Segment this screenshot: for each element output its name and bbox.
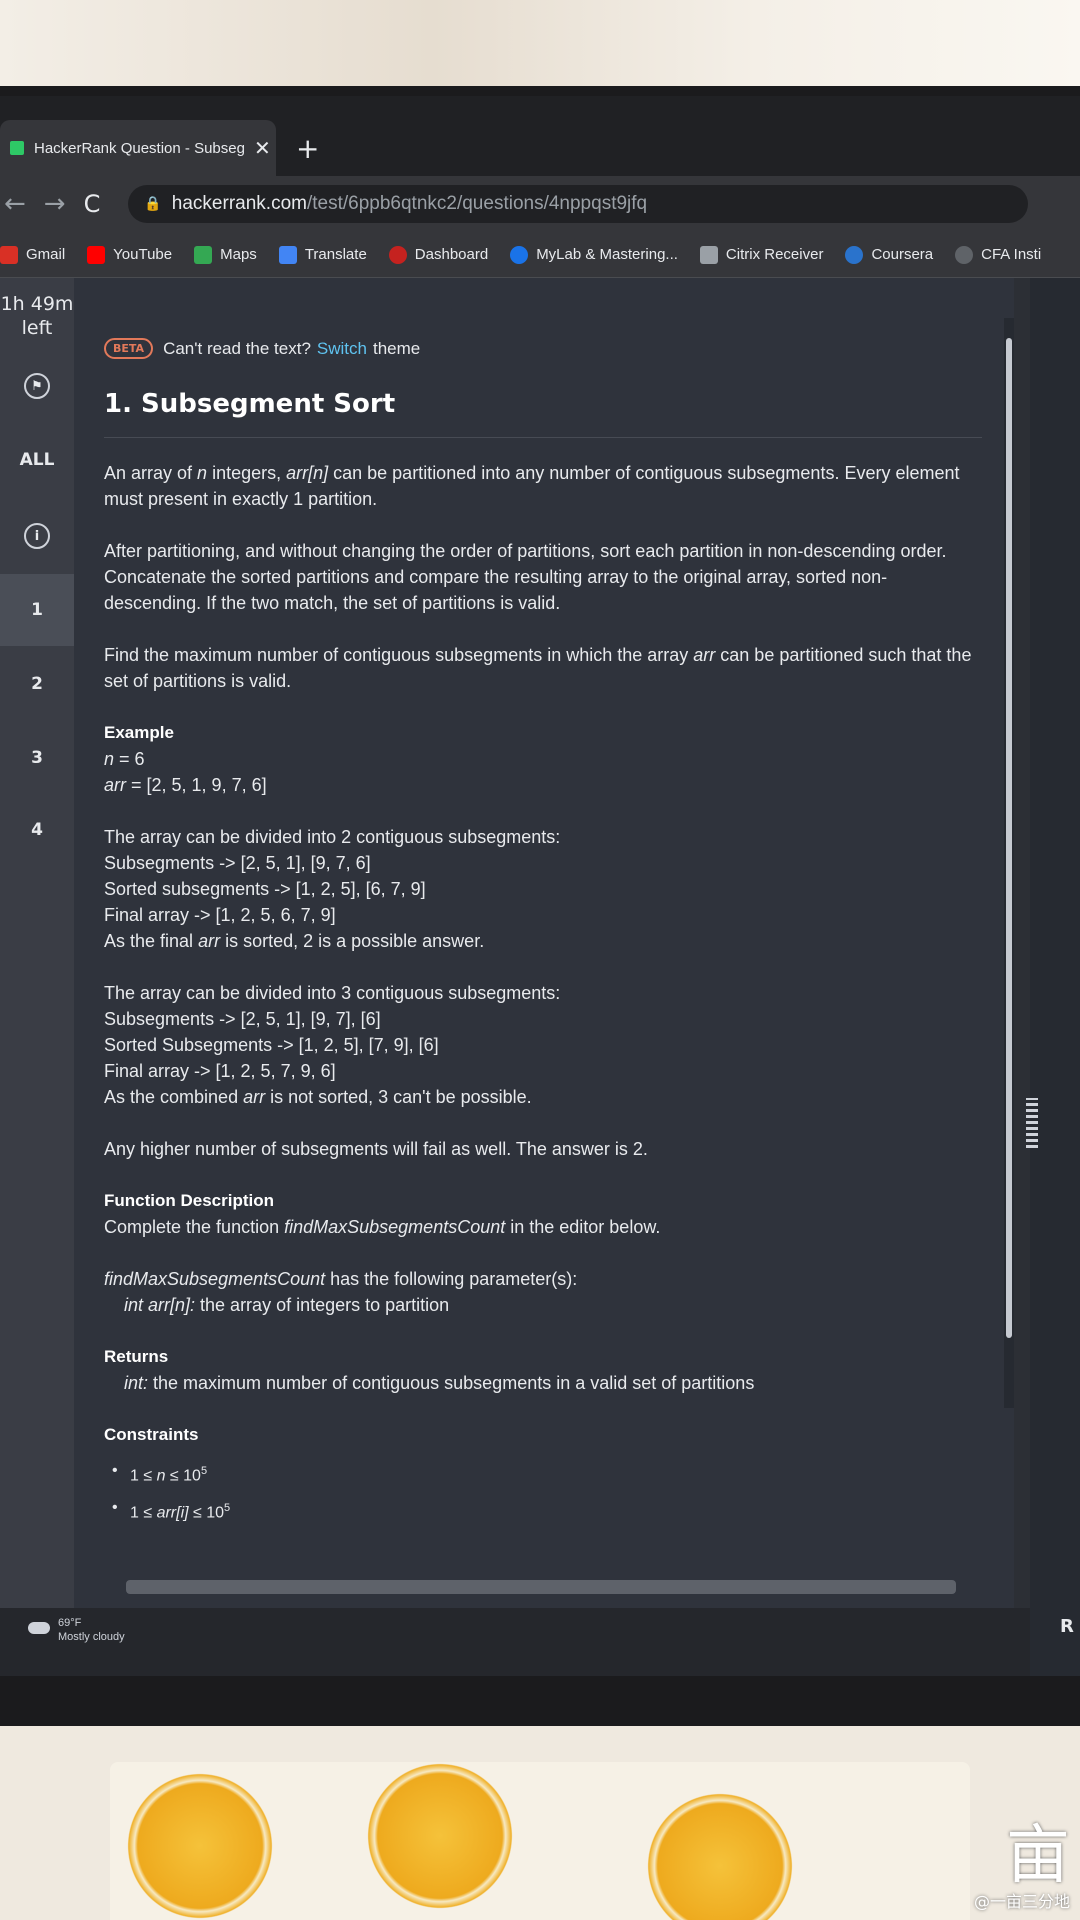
- lemon-pattern: [120, 1766, 280, 1920]
- bookmark-citrix[interactable]: Citrix Receiver: [699, 245, 823, 264]
- function-description: Function Description Complete the functi…: [104, 1191, 661, 1237]
- beta-badge: BETA: [104, 338, 154, 359]
- sidebar-item-all[interactable]: ALL: [0, 424, 74, 496]
- sidebar-item-question-2[interactable]: 2: [0, 648, 74, 720]
- constraint-item: 1 ≤ n ≤ 105: [104, 1458, 982, 1489]
- switch-theme-link[interactable]: Switch: [317, 339, 367, 359]
- close-tab-icon[interactable]: ✕: [254, 136, 271, 160]
- bookmarks-bar: Gmail YouTube Maps Translate Dashboard M…: [0, 232, 1080, 278]
- constraint-item: 1 ≤ arr[i] ≤ 105: [104, 1495, 982, 1526]
- paragraph: Find the maximum number of contiguous su…: [104, 645, 972, 691]
- example-heading: Example: [104, 723, 174, 742]
- mylab-icon: [510, 245, 529, 264]
- problem-statement: An array of n integers, arr[n] can be pa…: [104, 460, 982, 1527]
- translate-icon: [278, 245, 297, 264]
- sidebar-item-question-1[interactable]: 1: [0, 574, 74, 646]
- url-field[interactable]: 🔒 hackerrank.com/test/6ppb6qtnkc2/questi…: [128, 185, 1029, 223]
- desk-surface: 亩 @一亩三分地: [0, 1726, 1080, 1920]
- panel-resize-handle[interactable]: [1026, 1098, 1038, 1148]
- os-taskbar: 69°F Mostly cloudy: [0, 1608, 1030, 1676]
- bookmark-translate[interactable]: Translate: [278, 245, 367, 264]
- paragraph: Any higher number of subsegments will fa…: [104, 1139, 648, 1159]
- paragraph: An array of n integers, arr[n] can be pa…: [104, 463, 960, 509]
- coursera-icon: [845, 245, 864, 264]
- citrix-icon: [699, 245, 718, 264]
- temperature: 69°F: [58, 1617, 82, 1629]
- browser-tab[interactable]: HackerRank Question - Subsegm ✕: [0, 120, 276, 176]
- run-button-partial[interactable]: R: [1060, 1616, 1074, 1637]
- horizontal-scrollbar[interactable]: [126, 1580, 956, 1594]
- bookmark-maps[interactable]: Maps: [194, 245, 257, 264]
- maps-icon: [194, 245, 213, 264]
- bookmark-mylab[interactable]: MyLab & Mastering...: [510, 245, 678, 264]
- back-button[interactable]: ←: [4, 189, 26, 219]
- hackerrank-favicon-icon: [10, 141, 24, 155]
- tab-bar: HackerRank Question - Subsegm ✕ +: [0, 96, 1080, 176]
- bookmark-coursera[interactable]: Coursera: [845, 245, 933, 264]
- new-tab-button[interactable]: +: [296, 132, 319, 165]
- sidebar-item-question-3[interactable]: 3: [0, 722, 74, 794]
- url-path: /test/6ppb6qtnkc2/questions/4nppqst9jfq: [306, 193, 648, 214]
- bookmark-youtube[interactable]: YouTube: [87, 245, 172, 264]
- cloud-icon: [28, 1622, 50, 1634]
- lock-icon: 🔒: [144, 196, 162, 212]
- cfa-icon: [955, 245, 974, 264]
- example-case-2: The array can be divided into 2 contiguo…: [104, 827, 561, 951]
- editor-panel-edge: [1030, 278, 1080, 1676]
- paragraph: After partitioning, and without changing…: [104, 541, 947, 613]
- example-case-3: The array can be divided into 3 contiguo…: [104, 983, 561, 1107]
- background-wall: [0, 0, 1080, 100]
- bookmark-cfa[interactable]: CFA Insti: [955, 245, 1041, 264]
- banner-text: Can't read the text?: [163, 338, 311, 358]
- problem-panel: BETA Can't read the text? Switch theme 1…: [74, 278, 1014, 1608]
- dashboard-icon: [388, 245, 407, 264]
- watermark: 亩 @一亩三分地: [973, 1819, 1070, 1911]
- flag-icon: ⚑: [24, 373, 50, 399]
- banner-text-end: theme: [372, 338, 421, 358]
- forward-button[interactable]: →: [44, 189, 66, 219]
- gmail-icon: [0, 245, 18, 264]
- weather-condition: Mostly cloudy: [58, 1631, 125, 1643]
- theme-banner: BETA Can't read the text? Switch theme: [104, 338, 982, 359]
- parameters: findMaxSubsegmentsCount has the followin…: [104, 1269, 578, 1315]
- bookmark-gmail[interactable]: Gmail: [0, 245, 65, 264]
- address-bar: ← → C 🔒 hackerrank.com/test/6ppb6qtnkc2/…: [0, 176, 1080, 232]
- question-sidebar: 1h 49m left ⚑ ALL i 1 2 3 4: [0, 278, 74, 1608]
- info-icon: i: [24, 523, 50, 549]
- bookmark-dashboard[interactable]: Dashboard: [388, 245, 488, 264]
- youtube-icon: [87, 245, 106, 264]
- lemon-pattern: [360, 1756, 520, 1916]
- sidebar-item-question-4[interactable]: 4: [0, 794, 74, 866]
- sidebar-info-button[interactable]: i: [0, 500, 74, 572]
- reload-button[interactable]: C: [84, 190, 101, 218]
- vertical-scrollbar-thumb[interactable]: [1006, 338, 1012, 1338]
- sidebar-flag-button[interactable]: ⚑: [0, 350, 74, 422]
- problem-title: 1. Subsegment Sort: [104, 389, 982, 438]
- weather-widget[interactable]: 69°F Mostly cloudy: [28, 1616, 125, 1644]
- hackerrank-app: 1h 49m left ⚑ ALL i 1 2 3 4 BETA Can't r…: [0, 278, 1080, 1676]
- url-host: hackerrank.com: [171, 193, 307, 214]
- browser-window: HackerRank Question - Subsegm ✕ + ← → C …: [0, 96, 1080, 1676]
- constraints-section: Constraints 1 ≤ n ≤ 105 1 ≤ arr[i] ≤ 105: [104, 1422, 982, 1527]
- returns-section: Returns int: the maximum number of conti…: [104, 1347, 755, 1393]
- tab-title: HackerRank Question - Subsegm: [34, 139, 244, 157]
- time-remaining: 1h 49m left: [0, 293, 74, 339]
- example-section: Example n = 6 arr = [2, 5, 1, 9, 7, 6]: [104, 720, 982, 798]
